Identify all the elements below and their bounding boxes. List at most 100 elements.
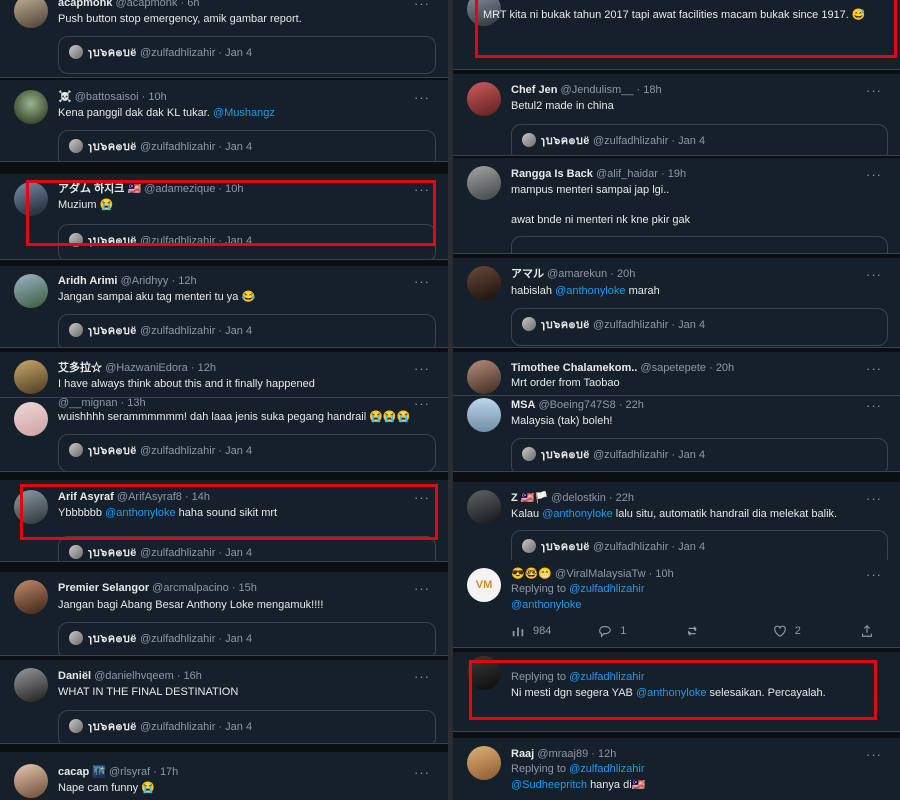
author-name[interactable]: 😎🤓😁: [511, 568, 552, 580]
avatar[interactable]: VM: [467, 568, 501, 602]
quoted-tweet[interactable]: ɿบ๖ค๏บë @zulfadhlizahir · Jan 4: [511, 308, 888, 346]
tweet-arcmalpacino[interactable]: Premier Selangor @arcmalpacino · 15h ···…: [0, 572, 448, 656]
retweet-button[interactable]: [686, 624, 756, 638]
author-handle[interactable]: @sapetepete: [640, 362, 706, 374]
more-options-icon[interactable]: ···: [414, 670, 430, 683]
share-button[interactable]: [860, 624, 880, 638]
mention-link[interactable]: @anthonyloke: [105, 507, 176, 519]
author-handle[interactable]: @Boeing747S8: [539, 399, 616, 411]
author-handle[interactable]: @Aridhyy: [121, 275, 169, 287]
author-handle[interactable]: @__mignan: [58, 398, 117, 409]
tweet-alif-haidar[interactable]: Rangga Is Back @alif_haidar · 19h ··· ma…: [453, 158, 900, 254]
author-handle[interactable]: @acapmonk: [115, 0, 177, 9]
mention-link[interactable]: @zulfadhlizahir: [569, 763, 644, 775]
tweet-rlsyraf[interactable]: cacap 🌃 @rlsyraf · 17h ··· Nape cam funn…: [0, 752, 448, 800]
avatar[interactable]: [14, 764, 48, 798]
more-options-icon[interactable]: ···: [414, 398, 430, 410]
avatar[interactable]: [14, 402, 48, 436]
author-name[interactable]: アダム 하지크 🇲🇾: [58, 183, 141, 195]
more-options-icon[interactable]: ···: [866, 168, 882, 181]
author-name[interactable]: Z 🇲🇾🏳️: [511, 492, 548, 504]
mention-link[interactable]: @anthonyloke: [511, 599, 582, 611]
tweet-time[interactable]: 16h: [184, 670, 202, 682]
avatar[interactable]: [467, 82, 501, 116]
author-handle[interactable]: @mraaj89: [537, 748, 588, 760]
more-options-icon[interactable]: ···: [866, 568, 882, 581]
quoted-tweet[interactable]: ɿบ๖ค๏บë @zulfadhlizahir · Jan 4: [58, 130, 436, 161]
avatar[interactable]: [14, 90, 48, 124]
tweet-arifasyraf[interactable]: Arif Asyraf @ArifAsyraf8 · 14h ··· Ybbbb…: [0, 480, 448, 562]
tweet-time[interactable]: 10h: [655, 568, 673, 580]
avatar[interactable]: [467, 746, 501, 780]
quoted-tweet[interactable]: ɿบ๖ค๏บë @zulfadhlizahir · Jan 4: [58, 536, 436, 561]
tweet-time[interactable]: 14h: [192, 491, 210, 503]
author-name[interactable]: Daniël: [58, 670, 91, 682]
author-handle[interactable]: @delostkin: [551, 492, 606, 504]
author-name[interactable]: Timothee Chalamekom..: [511, 362, 637, 374]
tweet-time[interactable]: 12h: [598, 748, 616, 760]
author-handle[interactable]: @amarekun: [547, 268, 607, 280]
quoted-tweet[interactable]: [511, 236, 888, 253]
author-name[interactable]: Arif Asyraf: [58, 491, 114, 503]
tweet-time[interactable]: 6h: [187, 0, 199, 9]
author-handle[interactable]: @HazwaniEdora: [105, 362, 188, 374]
more-options-icon[interactable]: ···: [414, 91, 430, 104]
avatar[interactable]: [14, 668, 48, 702]
tweet-time[interactable]: 18h: [643, 84, 661, 96]
more-options-icon[interactable]: ···: [866, 748, 882, 761]
tweet-mraaj89[interactable]: Raaj @mraaj89 · 12h ··· Replying to @zul…: [453, 738, 900, 800]
tweet-adamezique[interactable]: アダム 하지크 🇲🇾 @adamezique · 10h ··· Muzium …: [0, 174, 448, 260]
tweet-reply-anthonyloke[interactable]: Replying to @zulfadhlizahir Ni mesti dgn…: [453, 652, 900, 732]
more-options-icon[interactable]: ···: [866, 492, 882, 505]
avatar[interactable]: [467, 398, 501, 432]
avatar[interactable]: [467, 490, 501, 524]
tweet-time[interactable]: 12h: [178, 275, 196, 287]
mention-link[interactable]: @zulfadhlizahir: [569, 583, 644, 595]
tweet-time[interactable]: 12h: [198, 362, 216, 374]
mention-link[interactable]: @anthonyloke: [555, 285, 626, 297]
tweet-boeing747s8[interactable]: MSA @Boeing747S8 · 22h ··· Malaysia (tak…: [453, 396, 900, 472]
tweet-time[interactable]: 19h: [668, 168, 686, 180]
author-handle[interactable]: @alif_haidar: [596, 168, 658, 180]
tweet-hazwaniedora[interactable]: 艾多拉☆ @HazwaniEdora · 12h ··· I have alwa…: [0, 352, 448, 398]
author-name[interactable]: アマル: [511, 268, 544, 280]
more-options-icon[interactable]: ···: [414, 766, 430, 779]
quoted-tweet[interactable]: ɿบ๖ค๏บë @zulfadhlizahir · Jan 4: [58, 36, 436, 74]
mention-link[interactable]: @Mushangz: [213, 107, 275, 119]
more-options-icon[interactable]: ···: [866, 399, 882, 412]
like-button[interactable]: 2: [773, 624, 843, 638]
tweet-time[interactable]: 20h: [716, 362, 734, 374]
more-options-icon[interactable]: ···: [414, 362, 430, 375]
author-handle[interactable]: @rlsyraf: [109, 766, 150, 778]
author-handle[interactable]: @danielhvqeem: [94, 670, 174, 682]
more-options-icon[interactable]: ···: [866, 362, 882, 375]
quoted-tweet[interactable]: ɿบ๖ค๏บë @zulfadhlizahir · Jan 4: [58, 314, 436, 347]
more-options-icon[interactable]: ···: [866, 268, 882, 281]
tweet-sapetepete[interactable]: Timothee Chalamekom.. @sapetepete · 20h …: [453, 352, 900, 396]
avatar[interactable]: [14, 360, 48, 394]
mention-link[interactable]: @anthonyloke: [636, 687, 707, 699]
tweet-time[interactable]: 15h: [239, 582, 257, 594]
avatar[interactable]: [467, 360, 501, 394]
quoted-tweet[interactable]: ɿบ๖ค๏บë @zulfadhlizahir · Jan 4: [511, 530, 888, 561]
quoted-tweet[interactable]: ɿบ๖ค๏บë @zulfadhlizahir · Jan 4: [511, 438, 888, 471]
tweet-time[interactable]: 13h: [127, 398, 145, 409]
avatar[interactable]: [14, 182, 48, 216]
tweet-viralmalaysiatw[interactable]: VM 😎🤓😁 @ViralMalaysiaTw · 10h ··· Replyi…: [453, 560, 900, 648]
tweet-danielhvqeem[interactable]: Daniël @danielhvqeem · 16h ··· WHAT IN T…: [0, 660, 448, 744]
avatar[interactable]: [14, 580, 48, 614]
author-name[interactable]: Aridh Arimi: [58, 275, 118, 287]
reply-button[interactable]: 1: [598, 624, 668, 638]
more-options-icon[interactable]: ···: [414, 582, 430, 595]
avatar[interactable]: [14, 0, 48, 28]
author-handle[interactable]: @arcmalpacino: [152, 582, 229, 594]
author-name[interactable]: Rangga Is Back: [511, 168, 593, 180]
reply-count[interactable]: 984: [511, 624, 581, 638]
avatar[interactable]: [14, 274, 48, 308]
avatar[interactable]: [467, 266, 501, 300]
author-name[interactable]: Chef Jen: [511, 84, 557, 96]
tweet-time[interactable]: 10h: [148, 91, 166, 103]
more-options-icon[interactable]: ···: [414, 0, 430, 10]
tweet-aridhyy[interactable]: Aridh Arimi @Aridhyy · 12h ··· Jangan sa…: [0, 266, 448, 348]
author-handle[interactable]: @Jendulism__: [561, 84, 634, 96]
